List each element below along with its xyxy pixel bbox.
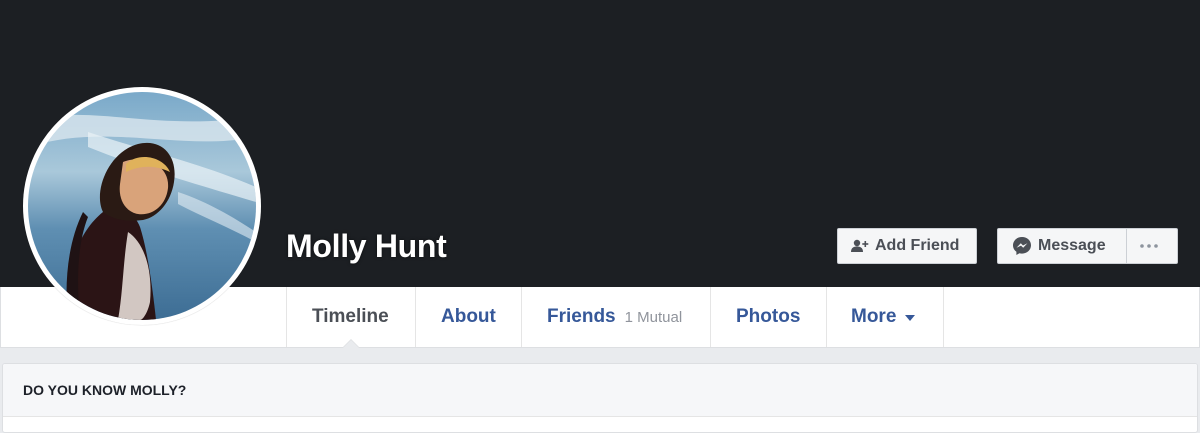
- add-friend-button[interactable]: Add Friend: [837, 228, 977, 264]
- tab-photos[interactable]: Photos: [710, 287, 826, 347]
- tab-timeline[interactable]: Timeline: [286, 287, 415, 348]
- mutual-friends-count: 1 Mutual: [624, 308, 683, 326]
- tab-more-label: More: [851, 306, 897, 327]
- tab-friends-label: Friends: [547, 306, 616, 327]
- tab-photos-label: Photos: [736, 306, 801, 327]
- tab-more[interactable]: More: [826, 287, 944, 347]
- add-friend-icon: [851, 239, 869, 252]
- add-friend-label: Add Friend: [875, 237, 960, 254]
- more-options-button[interactable]: [1126, 228, 1178, 264]
- ellipsis-icon: [1140, 244, 1158, 248]
- tab-friends[interactable]: Friends 1 Mutual: [521, 287, 710, 347]
- tab-about-label: About: [441, 306, 496, 327]
- do-you-know-card: DO YOU KNOW MOLLY?: [2, 363, 1198, 433]
- tab-about[interactable]: About: [415, 287, 521, 347]
- active-tab-pointer: [342, 339, 360, 348]
- profile-photo-woman-at-beach: [28, 92, 256, 320]
- profile-picture[interactable]: [28, 92, 256, 320]
- profile-picture-frame[interactable]: [23, 87, 261, 325]
- profile-name[interactable]: Molly Hunt: [286, 228, 447, 265]
- tab-timeline-label: Timeline: [312, 306, 389, 327]
- do-you-know-title: DO YOU KNOW MOLLY?: [3, 364, 1197, 417]
- message-label: Message: [1038, 237, 1106, 254]
- message-button[interactable]: Message: [997, 228, 1127, 264]
- profile-tabs: Timeline About Friends 1 Mutual Photos M…: [286, 287, 944, 348]
- caret-down-icon: [905, 315, 916, 321]
- messenger-icon: [1013, 237, 1031, 255]
